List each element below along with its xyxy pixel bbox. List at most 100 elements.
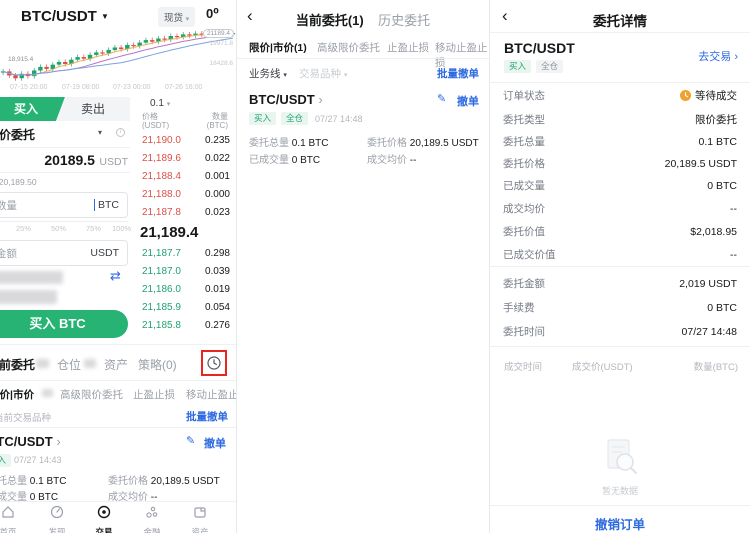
- slider-mark[interactable]: 50%: [51, 224, 66, 233]
- pair-title: BTC/USDT: [21, 8, 97, 25]
- page-title: 委托详情: [490, 10, 750, 30]
- depth-step-dropdown[interactable]: 0.1 ▾: [150, 98, 170, 109]
- tab-tpsl[interactable]: 止盈止损: [387, 40, 429, 55]
- chevron-right-icon: ›: [56, 434, 60, 449]
- no-data-icon: [598, 436, 644, 482]
- batch-cancel-button[interactable]: 批量撤单: [437, 66, 479, 81]
- swap-currency-icon[interactable]: ⇄: [110, 268, 121, 284]
- pair-selector[interactable]: BTC/USDT ▼: [21, 8, 109, 25]
- order-type-dropdown[interactable]: 限价委托: [0, 126, 35, 143]
- quantity-input[interactable]: 数量 BTC: [0, 192, 128, 218]
- batch-cancel-button[interactable]: 批量撤单: [186, 409, 228, 424]
- info-icon[interactable]: i: [116, 128, 125, 137]
- ask-row[interactable]: 21,189.60.022: [142, 153, 230, 164]
- bid-row[interactable]: 21,187.00.039: [142, 266, 230, 277]
- nav-discover[interactable]: 发现: [35, 504, 79, 533]
- sell-tab[interactable]: 卖出: [56, 97, 130, 121]
- tab-adv-limit[interactable]: 高级限价委托: [317, 40, 380, 55]
- cancel-order-button[interactable]: 撤单: [457, 93, 479, 109]
- order-field: 委托总量 0.1 BTC: [249, 134, 328, 149]
- edit-order-icon[interactable]: ✎: [186, 434, 195, 447]
- fills-col-header: 成交价(USDT): [572, 359, 633, 373]
- detail-row: 委托价值$2,018.95: [490, 224, 750, 239]
- bid-row[interactable]: 21,187.70.298: [142, 248, 230, 259]
- kline-view-icon[interactable]: 0⁰: [206, 6, 219, 22]
- nav-assets[interactable]: 资产: [178, 504, 222, 533]
- edit-order-icon[interactable]: ✎: [437, 92, 446, 105]
- assets-icon: [192, 504, 208, 520]
- discover-icon: [49, 504, 65, 520]
- subtab-limit-market[interactable]: 限价|市价: [0, 387, 34, 402]
- tab-assets[interactable]: 资产: [104, 356, 128, 373]
- price-input[interactable]: 20189.5 USDT: [0, 152, 128, 170]
- tab-current-orders[interactable]: 当前委托: [0, 356, 35, 373]
- market-type-dropdown[interactable]: 现货 ▾: [158, 7, 195, 27]
- chart-last-price-tag: 21189.4: [203, 29, 234, 38]
- chart-axis-label: 19971.8: [210, 40, 234, 47]
- go-trade-link[interactable]: 去交易 ›: [698, 48, 738, 64]
- cancel-order-button[interactable]: 撤销订单: [490, 514, 750, 533]
- open-orders-panel: ‹ 当前委托(1) 历史委托 限价|市价(1) 高级限价委托 止盈止损 移动止盈…: [237, 0, 489, 533]
- redacted-count: [42, 389, 53, 397]
- detail-row: 委托总量0.1 BTC: [490, 134, 750, 149]
- buy-tab[interactable]: 买入: [0, 97, 65, 121]
- chart-low-label: 18,915.4: [8, 56, 33, 63]
- slider-mark[interactable]: 75%: [86, 224, 101, 233]
- caret-down-icon: ▾: [344, 72, 348, 79]
- detail-row: 委托价格20,189.5 USDT: [490, 156, 750, 171]
- tab-strategy[interactable]: 策略(0): [138, 356, 177, 373]
- nav-home[interactable]: 首页: [0, 504, 30, 533]
- order-pair-link[interactable]: BTC/USDT ›: [0, 434, 61, 449]
- buy-submit-button[interactable]: 买入 BTC: [0, 310, 128, 338]
- order-history-icon[interactable]: [206, 355, 222, 371]
- nav-finance[interactable]: 金融: [130, 504, 174, 533]
- trade-icon: [96, 504, 112, 520]
- detail-row: 订单状态 等待成交: [490, 88, 750, 103]
- panel-divider: [236, 0, 237, 533]
- ask-row[interactable]: 21,187.80.023: [142, 207, 230, 218]
- order-time: 07/27 14:43: [14, 455, 62, 465]
- bid-row[interactable]: 21,185.80.276: [142, 320, 230, 331]
- nav-trade[interactable]: 交易: [82, 504, 126, 533]
- home-icon: [0, 504, 16, 520]
- order-pair-link[interactable]: BTC/USDT ›: [249, 92, 323, 107]
- slider-mark[interactable]: 25%: [16, 224, 31, 233]
- tab-limit-market[interactable]: 限价|市价(1): [249, 40, 307, 55]
- price-chart[interactable]: [0, 28, 236, 82]
- tab-current-orders[interactable]: 当前委托(1): [296, 13, 364, 28]
- order-type-caret-icon[interactable]: ▾: [98, 128, 102, 137]
- ask-row[interactable]: 21,190.00.235: [142, 135, 230, 146]
- business-line-dropdown[interactable]: 业务线 ▾: [249, 66, 287, 81]
- fills-col-header: 成交时间: [504, 359, 542, 373]
- pending-status-icon: [680, 90, 691, 101]
- subtab-tpsl[interactable]: 止盈止损: [133, 387, 175, 402]
- amount-slider[interactable]: [0, 221, 128, 222]
- caret-down-icon: ▾: [283, 72, 287, 79]
- pair-filter-dropdown[interactable]: 交易品种 ▾: [299, 66, 347, 81]
- ask-row[interactable]: 21,188.40.001: [142, 171, 230, 182]
- bid-row[interactable]: 21,186.00.019: [142, 284, 230, 295]
- last-price[interactable]: 21,189.4: [140, 224, 198, 241]
- cancel-order-button[interactable]: 撤单: [204, 435, 226, 451]
- scope-filter[interactable]: 当前交易品种: [0, 410, 51, 424]
- tab-history-orders[interactable]: 历史委托: [378, 13, 430, 28]
- side-badge: 买入: [249, 112, 276, 125]
- status-badge: 等待成交: [695, 88, 737, 103]
- subtab-trailing[interactable]: 移动止盈止损: [186, 387, 236, 402]
- trade-screen-panel: BTC/USDT ▼ 现货 ▾ 0⁰ 21189.4 19971.8 18428…: [0, 0, 236, 533]
- tab-positions[interactable]: 仓位: [57, 356, 81, 373]
- order-field: 已成交量 0 BTC: [249, 151, 320, 166]
- annotation-highlight-box: [201, 350, 227, 376]
- orders-header: 当前委托(1) 历史委托: [237, 10, 489, 30]
- subtab-adv-limit[interactable]: 高级限价委托: [60, 387, 123, 402]
- fills-col-header: 数量(BTC): [694, 359, 738, 373]
- bid-row[interactable]: 21,185.90.054: [142, 302, 230, 313]
- x-tick: 07-26 16:00: [165, 84, 202, 91]
- slider-mark[interactable]: 100%: [112, 224, 131, 233]
- x-tick: 07-23 00:00: [113, 84, 150, 91]
- amount-input[interactable]: 金额 USDT: [0, 240, 128, 266]
- panel-divider: [489, 0, 490, 533]
- ask-row[interactable]: 21,188.00.000: [142, 189, 230, 200]
- detail-row: 委托时间07/27 14:48: [490, 324, 750, 339]
- empty-state-text: 暂无数据: [490, 484, 750, 497]
